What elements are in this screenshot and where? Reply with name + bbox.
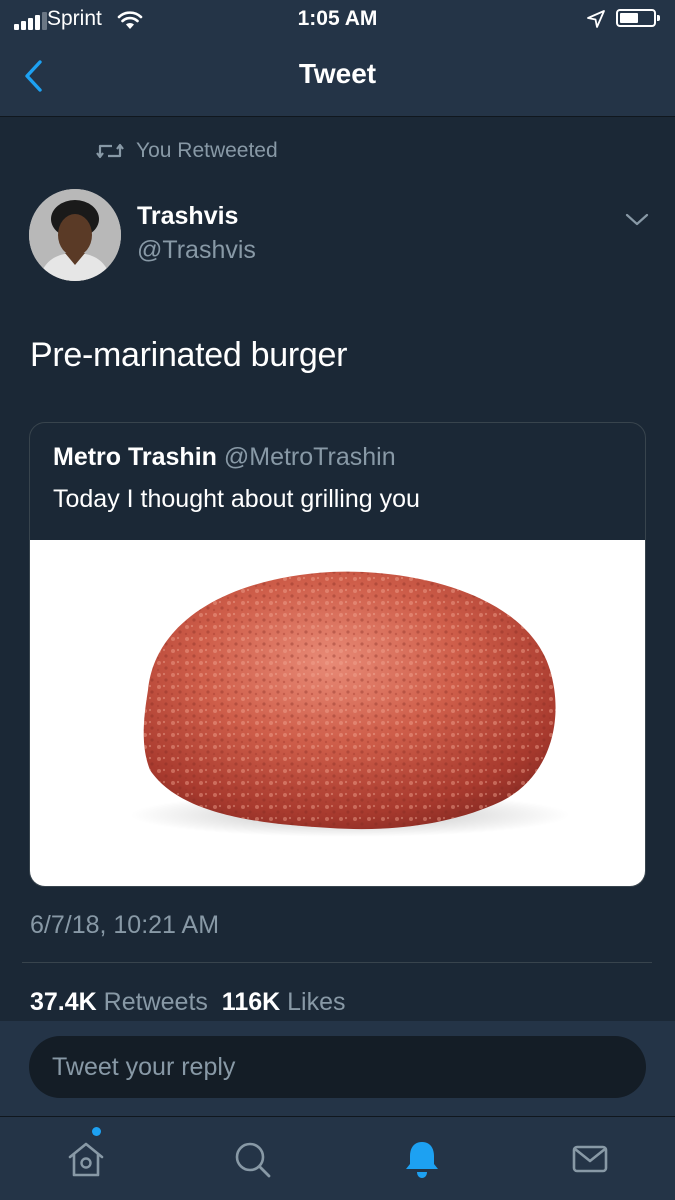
tab-messages[interactable] [566, 1135, 614, 1183]
avatar[interactable] [29, 189, 121, 281]
tweet-stats: 37.4K Retweets 116K Likes [30, 988, 346, 1017]
tweet-detail-screen: Sprint 1:05 AM Tweet You Retweeted Trash… [0, 0, 675, 1200]
tweet-options-button[interactable] [622, 208, 652, 232]
reply-placeholder: Tweet your reply [52, 1052, 236, 1081]
search-icon [235, 1142, 271, 1178]
tab-search[interactable] [228, 1135, 276, 1183]
quoted-author-handle: @MetroTrashin [223, 443, 396, 471]
tweet-timestamp: 6/7/18, 10:21 AM [30, 911, 220, 939]
retweet-context: You Retweeted [96, 139, 278, 163]
chevron-down-icon [625, 213, 649, 226]
status-time: 1:05 AM [297, 7, 378, 30]
reply-input[interactable]: Tweet your reply [29, 1036, 646, 1098]
home-icon [68, 1142, 104, 1177]
tab-bar [0, 1116, 675, 1200]
avatar-photo [29, 189, 121, 281]
retweets-label: Retweets [103, 988, 208, 1016]
burger-patty-image [130, 571, 570, 837]
retweet-icon [96, 143, 124, 159]
tab-notifications[interactable] [398, 1135, 446, 1183]
bell-icon [406, 1142, 438, 1178]
quoted-tweet-text: Today I thought about grilling you [53, 485, 420, 513]
quoted-tweet-image[interactable] [30, 540, 645, 886]
page-title: Tweet [298, 58, 377, 89]
tab-home[interactable] [62, 1127, 110, 1183]
new-content-dot [92, 1127, 101, 1136]
tweet-text: Pre-marinated burger [30, 336, 348, 374]
quoted-tweet-card[interactable]: Metro Trashin @MetroTrashin Today I thou… [29, 422, 646, 887]
likes-count: 116K [221, 988, 281, 1016]
status-bar: Sprint 1:05 AM [0, 0, 675, 40]
quoted-author-name: Metro Trashin [53, 443, 217, 471]
likes-label: Likes [287, 988, 346, 1016]
battery-icon [616, 9, 660, 27]
retweets-stat[interactable]: 37.4K Retweets [30, 988, 208, 1016]
author-handle[interactable]: @Trashvis [137, 236, 256, 265]
navigation-bar: Tweet [0, 40, 675, 117]
envelope-icon [572, 1145, 608, 1173]
retweet-context-label: You Retweeted [136, 139, 278, 162]
likes-stat[interactable]: 116K Likes [222, 988, 346, 1016]
divider [22, 962, 652, 963]
author-name[interactable]: Trashvis [137, 202, 238, 231]
retweets-count: 37.4K [30, 988, 97, 1016]
location-arrow-icon [587, 10, 605, 28]
quoted-tweet-header: Metro Trashin @MetroTrashin [53, 443, 396, 472]
reply-bar: Tweet your reply [0, 1021, 675, 1116]
